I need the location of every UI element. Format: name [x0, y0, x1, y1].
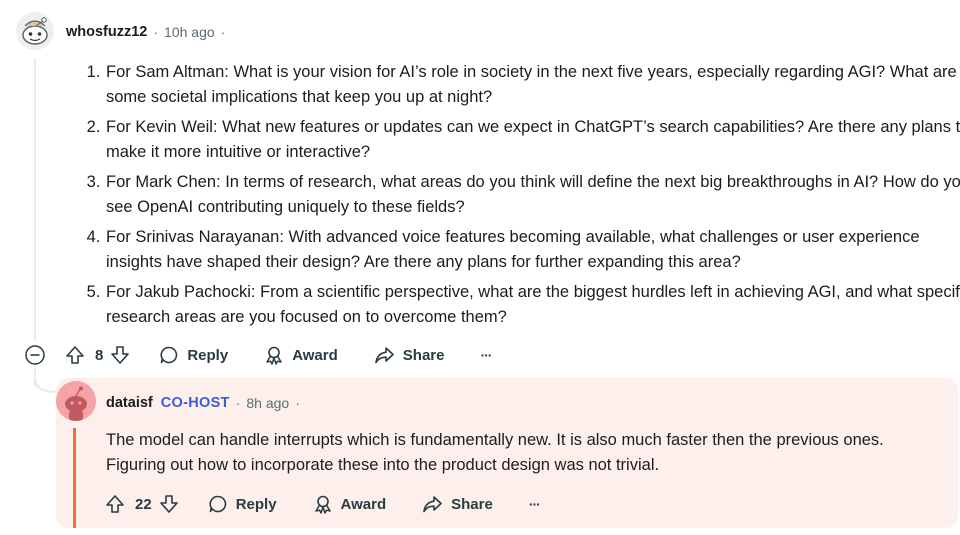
award-button[interactable]: Award [313, 494, 387, 514]
reply-label: Reply [235, 495, 277, 513]
list-item: For Mark Chen: In terms of research, wha… [105, 170, 960, 220]
avatar[interactable] [16, 12, 54, 50]
award-button[interactable]: Award [264, 345, 338, 365]
more-options-button[interactable]: ··· [480, 347, 492, 363]
snoo-avatar-icon [16, 12, 54, 50]
share-button[interactable]: Share [422, 494, 493, 514]
reply-username[interactable]: dataisf [106, 395, 153, 411]
reply-button[interactable]: Reply [159, 345, 228, 365]
share-label: Share [451, 495, 493, 513]
reply-button[interactable]: Reply [208, 494, 277, 514]
award-label: Award [340, 495, 387, 513]
comment-meta: whosfuzz12 · 10h ago · [66, 24, 231, 40]
vote-count: 8 [95, 346, 104, 364]
share-button[interactable]: Share [374, 345, 445, 365]
collapse-icon[interactable] [25, 345, 45, 365]
upvote-icon [106, 495, 124, 513]
share-icon [374, 347, 394, 364]
downvote-icon [159, 495, 178, 513]
reply-body: The model can handle interrupts which is… [106, 431, 884, 474]
reply-timestamp[interactable]: 8h ago [246, 395, 289, 411]
cohost-badge: CO-HOST [160, 395, 230, 411]
downvote-icon [111, 346, 130, 364]
separator-dot: · [153, 24, 159, 40]
list-item: For Sam Altman: What is your vision for … [105, 60, 960, 110]
upvote-icon [66, 346, 84, 364]
separator-dot: · [295, 395, 300, 411]
reply-icon [209, 495, 226, 513]
reply-meta: dataisf CO-HOST · 8h ago · [106, 395, 306, 411]
reply-accent-bar [73, 428, 76, 528]
username[interactable]: whosfuzz12 [66, 24, 147, 40]
reply-avatar[interactable] [56, 381, 96, 421]
more-options-button[interactable]: ··· [528, 496, 541, 512]
award-label: Award [292, 346, 338, 364]
share-icon [423, 496, 442, 513]
upvote-button[interactable] [104, 493, 126, 515]
list-item: For Jakub Pachocki: From a scientific pe… [105, 280, 960, 330]
more-icon: ··· [528, 496, 541, 512]
reply-label: Reply [187, 346, 229, 364]
snoo-avatar-icon [56, 381, 96, 421]
downvote-button[interactable] [109, 344, 131, 366]
share-label: Share [402, 346, 445, 364]
more-icon: ··· [480, 347, 492, 363]
upvote-button[interactable] [64, 344, 86, 366]
list-item: For Kevin Weil: What new features or upd… [105, 115, 960, 165]
downvote-button[interactable] [158, 493, 180, 515]
vote-count: 22 [135, 495, 152, 513]
timestamp[interactable]: 10h ago [164, 24, 215, 40]
thread-line[interactable] [34, 58, 36, 340]
separator-dot: · [220, 24, 226, 40]
reply-actions: 22 Reply Award Share ··· [104, 493, 541, 515]
award-icon [314, 495, 331, 514]
award-icon [266, 346, 282, 365]
reply-icon [160, 346, 178, 364]
question-list: For Sam Altman: What is your vision for … [80, 60, 960, 335]
comment-actions: 8 Reply Award Share ··· [64, 344, 492, 366]
list-item: For Srinivas Narayanan: With advanced vo… [105, 225, 960, 275]
separator-dot: · [235, 395, 241, 411]
